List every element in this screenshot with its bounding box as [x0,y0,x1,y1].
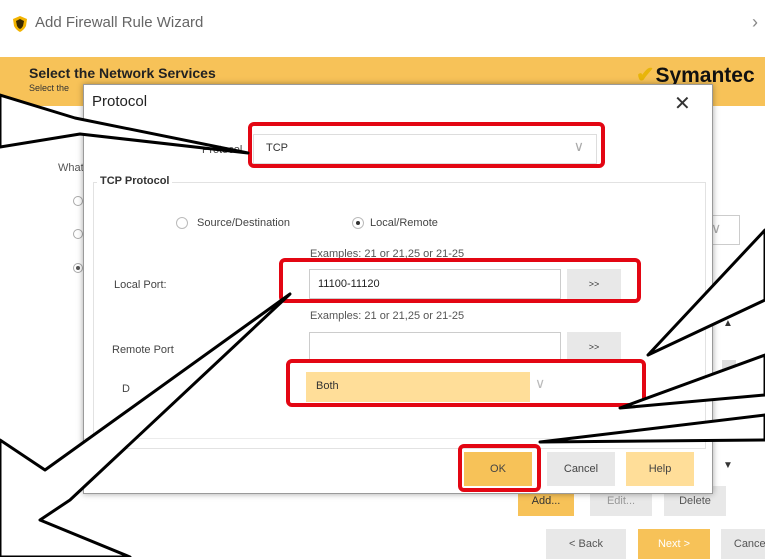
direction-select[interactable]: Both [306,372,562,402]
scrollbar-thumb[interactable] [722,360,736,378]
wizard-close-icon[interactable]: › [752,12,758,33]
local-port-label: Local Port: [114,279,167,291]
scroll-down-icon[interactable]: ▼ [723,460,733,471]
local-port-add-button[interactable]: >> [567,269,621,299]
close-icon[interactable]: ✕ [674,91,691,116]
remote-port-input[interactable] [309,332,561,362]
dialog-title: Protocol [92,93,148,110]
help-button[interactable]: Help [626,452,694,486]
wizard-banner-title: Select the Network Services [29,65,216,81]
ok-button[interactable]: OK [464,452,532,486]
wizard-radio-1[interactable] [73,196,83,206]
protocol-dialog: Protocol ✕ Protocol TCP ∨ TCP Protocol S… [83,84,713,494]
local-port-input[interactable] [309,269,561,299]
next-button[interactable]: Next > [638,529,710,559]
remote-port-label: Remote Port [112,344,174,356]
dialog-footer [84,438,712,494]
back-button[interactable]: < Back [546,529,626,559]
direction-select-value: Both [316,380,339,392]
wizard-title: Add Firewall Rule Wizard [35,14,204,31]
scroll-up-icon[interactable]: ▲ [723,318,733,329]
local-port-hint: Examples: 21 or 21,25 or 21-25 [310,248,465,260]
shield-icon [13,16,27,32]
protocol-label: Protocol [202,144,243,156]
wizard-question-text: What [58,162,84,174]
wizard-titlebar: Add Firewall Rule Wizard › [0,0,765,50]
cancel-button[interactable]: Cancel [547,452,615,486]
remote-port-hint: Examples: 21 or 21,25 or 21-25 [310,310,465,322]
protocol-select[interactable]: TCP ∨ [253,134,597,164]
chevron-down-icon: ∨ [535,375,546,391]
local-remote-label: Local/Remote [370,217,438,229]
wizard-cancel-button[interactable]: Cancel [721,529,765,559]
wizard-banner-subtitle: Select the [29,83,70,93]
chevron-down-icon: ∨ [573,138,584,154]
direction-label: D [122,383,130,395]
remote-port-add-button[interactable]: >> [567,332,621,362]
wizard-radio-3[interactable] [73,263,83,273]
source-destination-label: Source/Destination [197,217,290,229]
wizard-radio-2[interactable] [73,229,83,239]
source-destination-radio[interactable] [176,217,188,229]
protocol-select-value: TCP [266,142,288,154]
local-remote-radio[interactable] [352,217,364,229]
tcp-protocol-group-title: TCP Protocol [97,175,173,187]
